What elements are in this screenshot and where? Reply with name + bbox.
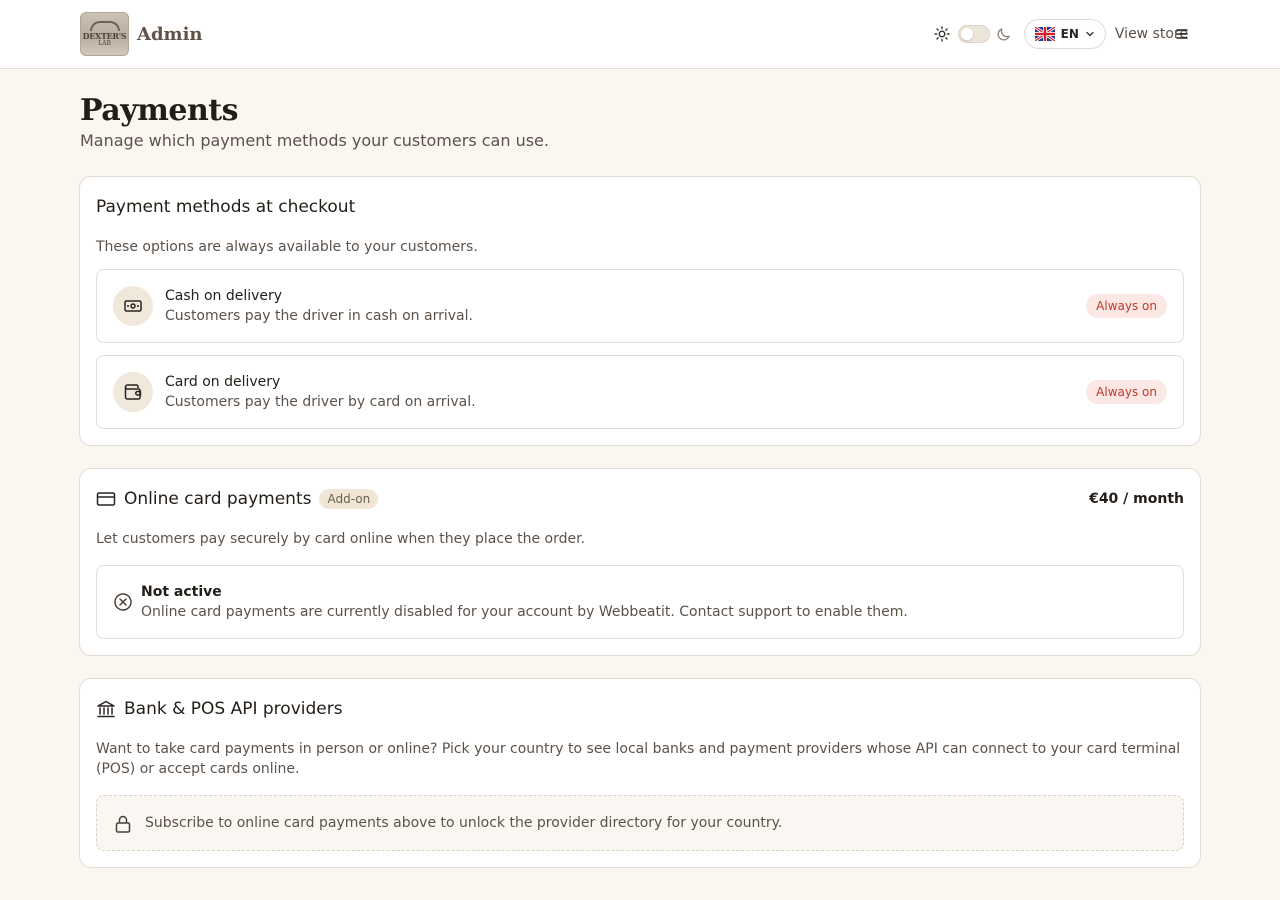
- status-badge: Always on: [1086, 294, 1167, 318]
- theme-toggle-knob: [960, 28, 973, 40]
- chevron-down-icon: [1086, 31, 1094, 37]
- logo-arc-shape: [89, 21, 120, 31]
- status-title: Not active: [141, 584, 222, 600]
- checkout-methods-card: Payment methods at checkout These option…: [79, 176, 1201, 446]
- payment-method-description: Customers pay the driver by card on arri…: [165, 394, 476, 410]
- banknote-icon: [113, 286, 153, 326]
- card-description: Let customers pay securely by card onlin…: [96, 531, 586, 547]
- page-title: Payments: [80, 93, 239, 128]
- language-selector[interactable]: EN: [1023, 19, 1106, 49]
- header-actions: EN View store: [933, 19, 1188, 49]
- card-title: Payment methods at checkout: [96, 197, 356, 217]
- top-bar: DEXTER'S LAB Admin EN View store: [0, 0, 1280, 69]
- uk-flag-icon: [1034, 27, 1055, 41]
- status-badge: Always on: [1086, 380, 1167, 404]
- bank-icon: [97, 700, 115, 718]
- payment-method-title: Card on delivery: [165, 374, 281, 390]
- payment-method-title: Cash on delivery: [165, 288, 283, 304]
- language-code: EN: [1060, 27, 1079, 41]
- lock-icon: [115, 815, 131, 833]
- store-logo: DEXTER'S LAB: [80, 12, 129, 56]
- payment-method-description: Customers pay the driver in cash on arri…: [165, 308, 473, 324]
- page-subtitle: Manage which payment methods your custom…: [80, 131, 549, 150]
- payment-method-row: Card on delivery Customers pay the drive…: [96, 355, 1184, 429]
- brand[interactable]: DEXTER'S LAB Admin: [80, 12, 203, 56]
- menu-icon[interactable]: [1175, 26, 1189, 42]
- card-description: Want to take card payments in person or …: [96, 741, 1181, 777]
- locked-notice: Subscribe to online card payments above …: [96, 795, 1184, 851]
- card-title-text: Online card payments: [124, 489, 312, 509]
- moon-icon: [997, 28, 1010, 41]
- wallet-icon: [113, 372, 153, 412]
- logo-text: DEXTER'S: [82, 31, 127, 41]
- status-row: Not active Online card payments are curr…: [96, 565, 1184, 639]
- card-title: Online card payments Add-on: [124, 488, 379, 510]
- x-circle-icon: [114, 593, 132, 611]
- theme-toggle[interactable]: [957, 25, 990, 43]
- card-description: These options are always available to yo…: [96, 239, 478, 255]
- credit-card-icon: [96, 492, 116, 506]
- card-title: Bank & POS API providers: [124, 699, 343, 719]
- logo-subtext: LAB: [98, 40, 111, 47]
- bank-pos-providers-card: Bank & POS API providers Want to take ca…: [79, 678, 1201, 868]
- sun-icon: [933, 26, 950, 42]
- online-card-payments-card: Online card payments Add-on €40 / month …: [79, 468, 1201, 656]
- addon-badge: Add-on: [319, 489, 379, 509]
- locked-message: Subscribe to online card payments above …: [145, 815, 783, 831]
- status-description: Online card payments are currently disab…: [141, 604, 908, 620]
- payment-method-row: Cash on delivery Customers pay the drive…: [96, 269, 1184, 343]
- price-label: €40 / month: [1089, 491, 1184, 507]
- brand-title: Admin: [137, 23, 203, 45]
